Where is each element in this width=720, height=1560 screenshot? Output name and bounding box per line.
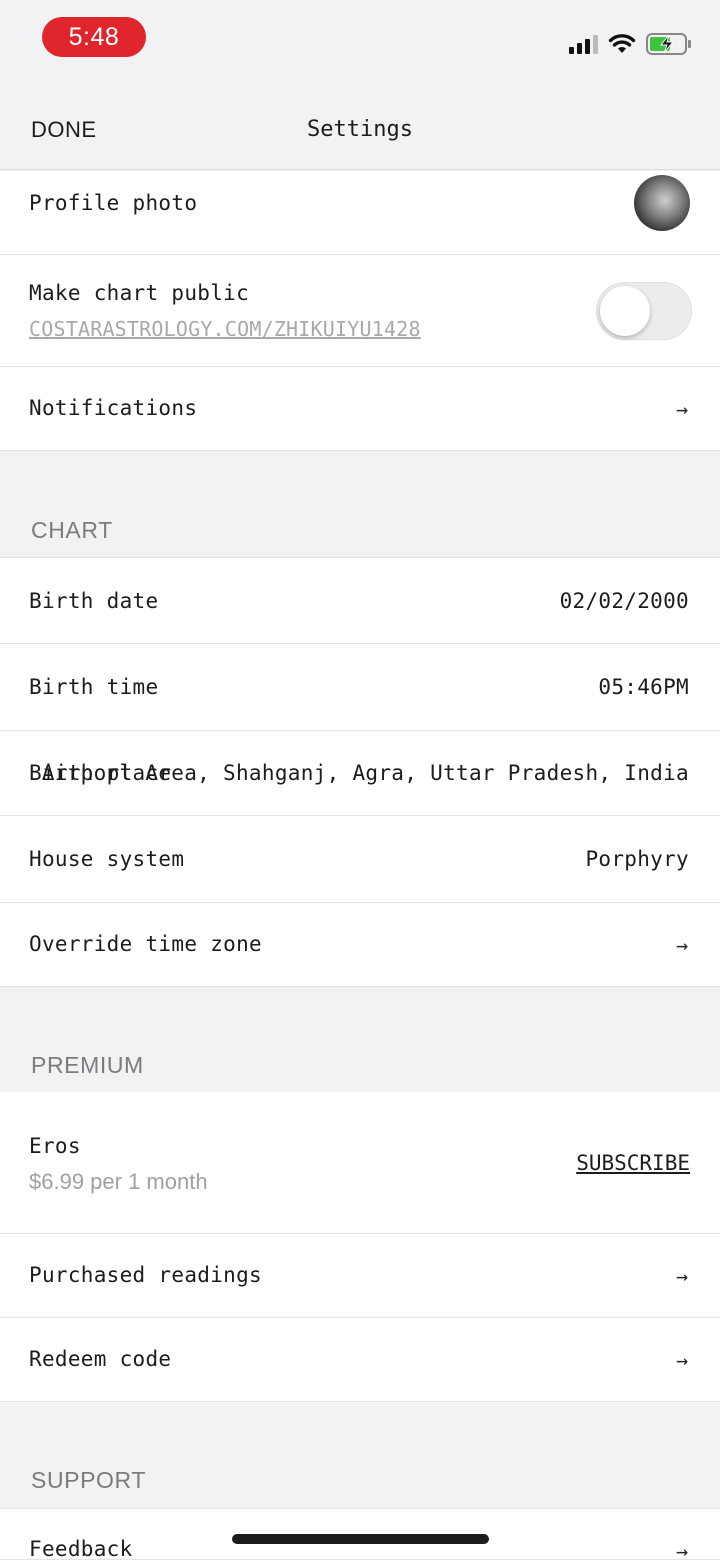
feedback-label: Feedback: [29, 1537, 133, 1560]
eros-row: Eros $6.99 per 1 month SUBSCRIBE: [0, 1092, 720, 1234]
battery-charging-icon: [646, 32, 692, 56]
profile-photo-row[interactable]: Profile photo: [0, 171, 720, 255]
birth-date-row[interactable]: Birth date 02/02/2000: [0, 557, 720, 644]
public-chart-url-link[interactable]: COSTARASTROLOGY.COM/ZHIKUIYU1428: [29, 317, 421, 341]
make-chart-public-toggle[interactable]: [596, 282, 692, 340]
premium-section-header: PREMIUM: [31, 1052, 144, 1078]
chart-section-header: CHART: [31, 517, 113, 543]
birth-time-row[interactable]: Birth time 05:46PM: [0, 644, 720, 731]
redeem-code-label: Redeem code: [29, 1347, 172, 1371]
birth-date-label: Birth date: [29, 589, 159, 613]
notifications-row[interactable]: Notifications →: [0, 367, 720, 451]
arrow-right-icon: →: [675, 397, 688, 421]
profile-photo-label: Profile photo: [29, 191, 198, 215]
birth-time-label: Birth time: [29, 675, 159, 699]
birth-date-value: 02/02/2000: [559, 589, 689, 613]
house-system-row[interactable]: House system Porphyry: [0, 816, 720, 903]
birth-place-value: Airport Area, Shahganj, Agra, Uttar Prad…: [41, 761, 689, 785]
subscribe-button[interactable]: SUBSCRIBE: [576, 1151, 690, 1175]
house-system-label: House system: [29, 847, 185, 871]
birth-time-value: 05:46PM: [598, 675, 689, 699]
status-icons: [569, 32, 692, 56]
override-time-zone-label: Override time zone: [29, 932, 262, 956]
status-bar: 5:48: [0, 0, 720, 80]
support-section-header: SUPPORT: [31, 1467, 146, 1493]
avatar[interactable]: [634, 175, 690, 231]
page-title: Settings: [307, 117, 413, 142]
arrow-right-icon: →: [675, 1539, 688, 1560]
cellular-signal-icon: [569, 34, 598, 54]
arrow-right-icon: →: [675, 933, 688, 957]
purchased-readings-row[interactable]: Purchased readings →: [0, 1234, 720, 1318]
house-system-value: Porphyry: [585, 847, 689, 871]
make-chart-public-row: Make chart public COSTARASTROLOGY.COM/ZH…: [0, 255, 720, 367]
arrow-right-icon: →: [675, 1348, 688, 1372]
override-time-zone-row[interactable]: Override time zone →: [0, 903, 720, 987]
eros-label: Eros: [29, 1134, 81, 1158]
wifi-icon: [608, 33, 636, 55]
eros-price: $6.99 per 1 month: [29, 1169, 208, 1194]
birth-place-row[interactable]: Birth place Airport Area, Shahganj, Agra…: [0, 731, 720, 816]
status-time: 5:48: [42, 17, 146, 57]
home-indicator[interactable]: [232, 1534, 489, 1544]
notifications-label: Notifications: [29, 396, 198, 420]
redeem-code-row[interactable]: Redeem code →: [0, 1318, 720, 1402]
arrow-right-icon: →: [675, 1264, 688, 1288]
make-chart-public-label: Make chart public: [29, 281, 250, 305]
purchased-readings-label: Purchased readings: [29, 1263, 262, 1287]
toggle-knob: [600, 286, 650, 336]
done-button[interactable]: DONE: [31, 117, 97, 143]
navigation-bar: Settings DONE: [0, 90, 720, 170]
